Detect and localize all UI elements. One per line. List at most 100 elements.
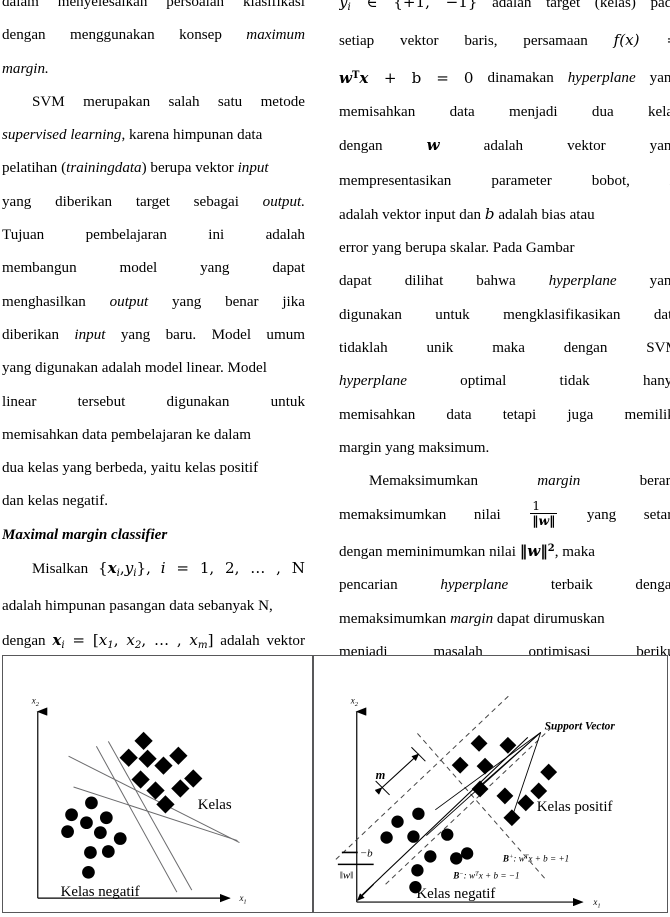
term-margin: margin xyxy=(450,610,494,627)
paragraph-r2-line1: Memaksimumkan margin berarti xyxy=(339,465,670,498)
paragraph-p2-line8: diberikan input yang baru. Model umum xyxy=(2,319,305,352)
paragraph-r1-line13: memisahkan data tetapi juga memiliki xyxy=(339,399,670,432)
math-f-of-x: f(x) = xyxy=(613,31,670,50)
margin-double-arrow xyxy=(374,753,420,795)
line-text: diberikan xyxy=(2,326,75,343)
line-text: adalah bias atau xyxy=(494,206,595,223)
word: tidaklah xyxy=(339,340,388,357)
paragraph-r1-line10: digunakan untuk mengklasifikasikan data xyxy=(339,299,670,332)
offset-fraction-label: −b ‖w‖ xyxy=(337,847,374,881)
paragraph-r1-line6: mempresentasikan parameter bobot, x xyxy=(339,164,670,198)
word: mengklasifikasikan xyxy=(503,306,621,323)
word: SVM xyxy=(646,340,670,357)
word: dalam xyxy=(2,0,39,10)
math-y-i: yi ∈ {+1, −1} xyxy=(339,0,478,13)
word: pembelajaran xyxy=(85,227,167,244)
paragraph-p2-line6: membangun model yang dapat xyxy=(2,252,305,285)
math-b-bias: b xyxy=(484,204,495,223)
line-text: SVM merupakan salah satu metode xyxy=(32,93,305,110)
word: menggunakan xyxy=(70,27,155,44)
x-axis-label: x1 xyxy=(592,897,600,909)
word: menjadi xyxy=(509,103,558,120)
word: memisahkan xyxy=(339,406,416,423)
word: target xyxy=(546,0,581,11)
word: adalah xyxy=(492,0,532,11)
line-text: , karena himpunan data xyxy=(121,127,263,144)
word: untuk xyxy=(435,306,470,323)
paragraph-p2-line1: SVM merupakan salah satu metode xyxy=(2,86,305,119)
math-index-range: i = 1, 2, … , N xyxy=(160,559,305,578)
word: model xyxy=(119,260,158,277)
negative-class-markers xyxy=(380,807,474,894)
word: mempresentasikan xyxy=(339,172,452,189)
word: baris, xyxy=(464,33,498,50)
positive-class-label: Kelas positif xyxy=(537,799,613,815)
paragraph-r1-line4: memisahkan data menjadi dua kelas xyxy=(339,96,670,129)
term-hyperplane: hyperplane xyxy=(567,70,636,87)
paragraph-p2-line2: supervised learning, karena himpunan dat… xyxy=(2,119,305,152)
line-text: pelatihan ( xyxy=(2,160,67,177)
word: untuk xyxy=(270,393,305,410)
word: menyelesaikan xyxy=(57,0,148,10)
word: klasifikasi xyxy=(242,0,305,10)
math-xi-vector-definition: xi = [x1, x2, … , xm] xyxy=(52,630,214,651)
paragraph-p3-line1: Misalkan {xi,yi}, i = 1, 2, … , N xyxy=(2,552,305,590)
line-text: , maka xyxy=(554,543,595,560)
term-output: output xyxy=(109,293,149,310)
word: parameter xyxy=(491,172,552,189)
word: benar xyxy=(225,293,259,310)
word-italic: maximum xyxy=(246,27,305,44)
positive-class-markers xyxy=(119,731,203,814)
word: maka xyxy=(492,340,525,357)
word: yang xyxy=(200,260,230,277)
line-text: adalah himpunan pasangan data sebanyak N… xyxy=(2,598,273,615)
word: linear xyxy=(2,393,37,410)
term-hyperplane: hyperplane xyxy=(440,577,509,594)
word: target xyxy=(135,193,170,210)
support-vector-leader-lines xyxy=(426,732,542,836)
word: berarti xyxy=(639,473,670,490)
paragraph-r2-line4: pencarian hyperplane terbaik dengan xyxy=(339,569,670,602)
math-fraction-one-over-norm-w: 1 ‖w‖ xyxy=(530,498,558,528)
line-text: yang digunakan adalah model linear. Mode… xyxy=(2,360,267,377)
word: yang xyxy=(649,273,670,290)
paragraph-r1-line14: margin yang maksimum. xyxy=(339,432,670,465)
term-margin: margin xyxy=(537,473,581,490)
paragraph-p1-line1: dalam menyelesaikan persoalan klasifikas… xyxy=(2,0,305,19)
word-italic: margin. xyxy=(2,60,49,77)
subheading-maximal-margin-classifier: Maximal margin classifier xyxy=(2,526,168,543)
word: dua xyxy=(591,103,614,120)
two-column-text-body: dalam menyelesaikan persoalan klasifikas… xyxy=(0,0,670,666)
paragraph-p2-line5: Tujuan pembelajaran ini adalah xyxy=(2,219,305,252)
paragraph-r1-line7: adalah vektor input dan b adalah bias at… xyxy=(339,198,670,232)
word: adalah xyxy=(483,138,524,155)
support-vector-label: Support Vector xyxy=(545,720,616,732)
margin-label-m: m xyxy=(376,768,386,782)
word: sebagai xyxy=(193,193,239,210)
word: unik xyxy=(426,340,454,357)
word: memiliki xyxy=(624,406,670,423)
word: juga xyxy=(567,406,594,423)
line-text: ) berupa vektor xyxy=(141,160,238,177)
paragraph-p2-line3: pelatihan (trainingdata) berupa vektor i… xyxy=(2,152,305,185)
word: diberikan xyxy=(55,193,113,210)
word: dengan xyxy=(2,27,46,44)
word: Misalkan xyxy=(32,561,89,578)
paragraph-p1-line3: margin. xyxy=(2,53,305,86)
word: nilai xyxy=(473,506,501,523)
line-text: yang baru. Model umum xyxy=(105,326,305,343)
positive-class-label: Kelas xyxy=(198,797,232,813)
y-axis-label: x2 xyxy=(350,696,359,708)
paragraph-r1-line5: dengan w adalah vektor yang xyxy=(339,129,670,163)
paragraph-r2-line3: dengan meminimumkan nilai ‖w‖2, maka xyxy=(339,532,670,569)
word: setara xyxy=(643,506,670,523)
math-data-pair-set: {xi,yi}, xyxy=(97,559,151,579)
paragraph-p2-line4: yang diberikan target sebagai output. xyxy=(2,186,305,219)
word: optimal xyxy=(460,373,507,390)
math-norm-w-squared: ‖w‖2 xyxy=(519,541,555,560)
line-text: adalah vektor input dan xyxy=(339,206,485,223)
figure-row: x1 x2 Kelas Kelas negatif x1 x2 m Suppor… xyxy=(2,655,668,913)
paragraph-p2-line11: memisahkan data pembelajaran ke dalam xyxy=(2,419,305,452)
equation-b-minus: B−: wTx + b = −1 xyxy=(452,870,519,880)
word: dinamakan xyxy=(487,70,554,87)
